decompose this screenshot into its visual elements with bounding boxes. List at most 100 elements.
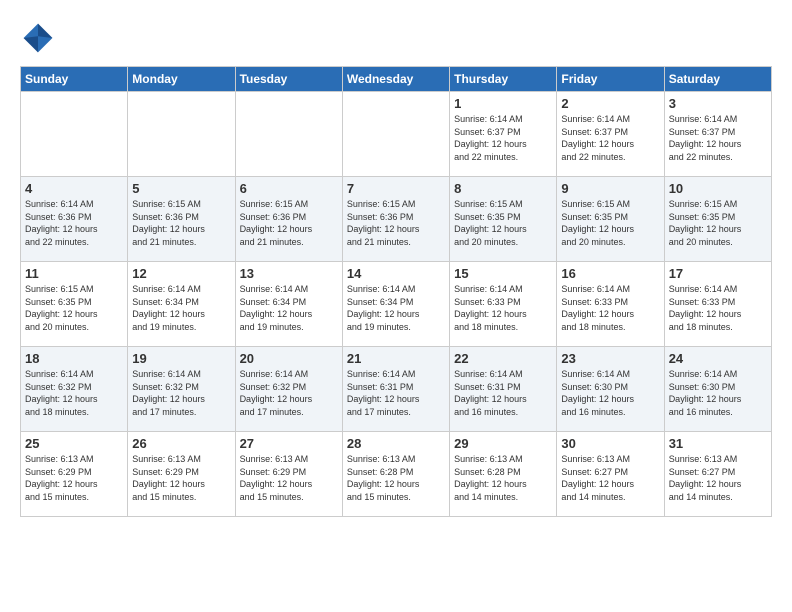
header-day-saturday: Saturday: [664, 67, 771, 92]
day-info: Sunrise: 6:14 AM Sunset: 6:31 PM Dayligh…: [347, 368, 445, 418]
day-number: 31: [669, 436, 767, 451]
day-info: Sunrise: 6:14 AM Sunset: 6:33 PM Dayligh…: [669, 283, 767, 333]
day-cell: 28 Sunrise: 6:13 AM Sunset: 6:28 PM Dayli…: [342, 432, 449, 517]
day-number: 2: [561, 96, 659, 111]
day-cell: 1Sunrise: 6:14 AM Sunset: 6:37 PM Daylig…: [450, 92, 557, 177]
day-info: Sunrise: 6:14 AM Sunset: 6:32 PM Dayligh…: [25, 368, 123, 418]
day-info: Sunrise: 6:14 AM Sunset: 6:33 PM Dayligh…: [454, 283, 552, 333]
day-number: 17: [669, 266, 767, 281]
week-row-2: 4 Sunrise: 6:14 AM Sunset: 6:36 PM Daylig…: [21, 177, 772, 262]
day-cell: 5 Sunrise: 6:15 AM Sunset: 6:36 PM Daylig…: [128, 177, 235, 262]
day-cell: 20Sunrise: 6:14 AM Sunset: 6:32 PM Dayli…: [235, 347, 342, 432]
day-number: 10: [669, 181, 767, 196]
day-cell: [342, 92, 449, 177]
day-number: 24: [669, 351, 767, 366]
day-number: 18: [25, 351, 123, 366]
day-cell: 26 Sunrise: 6:13 AM Sunset: 6:29 PM Dayli…: [128, 432, 235, 517]
day-number: 27: [240, 436, 338, 451]
day-number: 14: [347, 266, 445, 281]
week-row-4: 18 Sunrise: 6:14 AM Sunset: 6:32 PM Dayli…: [21, 347, 772, 432]
day-info: Sunrise: 6:15 AM Sunset: 6:35 PM Dayligh…: [669, 198, 767, 248]
day-cell: 13 Sunrise: 6:14 AM Sunset: 6:34 PM Dayli…: [235, 262, 342, 347]
logo: [20, 20, 62, 56]
day-cell: 8 Sunrise: 6:15 AM Sunset: 6:35 PM Daylig…: [450, 177, 557, 262]
day-cell: 11Sunrise: 6:15 AM Sunset: 6:35 PM Dayli…: [21, 262, 128, 347]
day-cell: 27 Sunrise: 6:13 AM Sunset: 6:29 PM Dayli…: [235, 432, 342, 517]
day-cell: 18 Sunrise: 6:14 AM Sunset: 6:32 PM Dayli…: [21, 347, 128, 432]
day-info: Sunrise: 6:14 AM Sunset: 6:36 PM Dayligh…: [25, 198, 123, 248]
header-day-tuesday: Tuesday: [235, 67, 342, 92]
day-cell: 31 Sunrise: 6:13 AM Sunset: 6:27 PM Dayli…: [664, 432, 771, 517]
day-cell: 15 Sunrise: 6:14 AM Sunset: 6:33 PM Dayli…: [450, 262, 557, 347]
day-info: Sunrise: 6:14 AM Sunset: 6:30 PM Dayligh…: [561, 368, 659, 418]
day-cell: 7 Sunrise: 6:15 AM Sunset: 6:36 PM Daylig…: [342, 177, 449, 262]
day-info: Sunrise: 6:13 AM Sunset: 6:28 PM Dayligh…: [454, 453, 552, 503]
day-cell: 21 Sunrise: 6:14 AM Sunset: 6:31 PM Dayli…: [342, 347, 449, 432]
day-cell: 3 Sunrise: 6:14 AM Sunset: 6:37 PM Daylig…: [664, 92, 771, 177]
day-info: Sunrise: 6:14 AM Sunset: 6:34 PM Dayligh…: [240, 283, 338, 333]
day-number: 12: [132, 266, 230, 281]
day-cell: [128, 92, 235, 177]
day-number: 15: [454, 266, 552, 281]
day-info: Sunrise: 6:14 AM Sunset: 6:30 PM Dayligh…: [669, 368, 767, 418]
day-cell: 22 Sunrise: 6:14 AM Sunset: 6:31 PM Dayli…: [450, 347, 557, 432]
day-cell: [21, 92, 128, 177]
day-number: 30: [561, 436, 659, 451]
day-info: Sunrise: 6:13 AM Sunset: 6:27 PM Dayligh…: [669, 453, 767, 503]
day-info: Sunrise: 6:15 AM Sunset: 6:36 PM Dayligh…: [347, 198, 445, 248]
day-info: Sunrise: 6:14 AM Sunset: 6:31 PM Dayligh…: [454, 368, 552, 418]
day-info: Sunrise: 6:13 AM Sunset: 6:29 PM Dayligh…: [132, 453, 230, 503]
day-number: 3: [669, 96, 767, 111]
header: [20, 20, 772, 56]
day-info: Sunrise: 6:14 AM Sunset: 6:37 PM Dayligh…: [669, 113, 767, 163]
day-cell: 29 Sunrise: 6:13 AM Sunset: 6:28 PM Dayli…: [450, 432, 557, 517]
header-day-friday: Friday: [557, 67, 664, 92]
day-number: 8: [454, 181, 552, 196]
day-number: 28: [347, 436, 445, 451]
day-info: Sunrise: 6:15 AM Sunset: 6:35 PM Dayligh…: [454, 198, 552, 248]
day-number: 26: [132, 436, 230, 451]
day-number: 9: [561, 181, 659, 196]
day-cell: 19Sunrise: 6:14 AM Sunset: 6:32 PM Dayli…: [128, 347, 235, 432]
day-number: 6: [240, 181, 338, 196]
week-row-1: 1 Sunrise: 6:14 AM Sunset: 6:37 PM Daylig…: [21, 92, 772, 177]
day-info: Sunrise: 6:13 AM Sunset: 6:29 PM Dayligh…: [240, 453, 338, 503]
day-info: Sunrise: 6:15 AM Sunset: 6:35 PM Dayligh…: [25, 283, 123, 333]
day-info: Sunrise: 6:15 AM Sunset: 6:36 PM Dayligh…: [132, 198, 230, 248]
header-day-sunday: Sunday: [21, 67, 128, 92]
day-info: Sunrise: 6:15 AM Sunset: 6:36 PM Dayligh…: [240, 198, 338, 248]
day-number: 16: [561, 266, 659, 281]
day-number: 22: [454, 351, 552, 366]
page: SundayMondayTuesdayWednesdayThursdayFrid…: [0, 0, 792, 527]
day-info: Sunrise: 6:13 AM Sunset: 6:27 PM Dayligh…: [561, 453, 659, 503]
day-cell: 4 Sunrise: 6:14 AM Sunset: 6:36 PM Daylig…: [21, 177, 128, 262]
day-number: 20: [240, 351, 338, 366]
day-cell: [235, 92, 342, 177]
day-cell: 6 Sunrise: 6:15 AM Sunset: 6:36 PM Daylig…: [235, 177, 342, 262]
day-number: 4: [25, 181, 123, 196]
day-number: 29: [454, 436, 552, 451]
week-row-5: 25Sunrise: 6:13 AM Sunset: 6:29 PM Dayli…: [21, 432, 772, 517]
header-day-thursday: Thursday: [450, 67, 557, 92]
day-info: Sunrise: 6:14 AM Sunset: 6:37 PM Dayligh…: [561, 113, 659, 163]
day-cell: 30 Sunrise: 6:13 AM Sunset: 6:27 PM Dayli…: [557, 432, 664, 517]
day-info: Sunrise: 6:15 AM Sunset: 6:35 PM Dayligh…: [561, 198, 659, 248]
day-cell: 10 Sunrise: 6:15 AM Sunset: 6:35 PM Dayli…: [664, 177, 771, 262]
day-number: 5: [132, 181, 230, 196]
day-cell: 17 Sunrise: 6:14 AM Sunset: 6:33 PM Dayli…: [664, 262, 771, 347]
day-cell: 25Sunrise: 6:13 AM Sunset: 6:29 PM Dayli…: [21, 432, 128, 517]
header-row: SundayMondayTuesdayWednesdayThursdayFrid…: [21, 67, 772, 92]
day-number: 13: [240, 266, 338, 281]
day-cell: 12 Sunrise: 6:14 AM Sunset: 6:34 PM Dayli…: [128, 262, 235, 347]
day-info: Sunrise: 6:13 AM Sunset: 6:28 PM Dayligh…: [347, 453, 445, 503]
day-number: 1: [454, 96, 552, 111]
day-number: 7: [347, 181, 445, 196]
day-number: 19: [132, 351, 230, 366]
day-number: 21: [347, 351, 445, 366]
day-info: Sunrise: 6:14 AM Sunset: 6:34 PM Dayligh…: [347, 283, 445, 333]
day-info: Sunrise: 6:14 AM Sunset: 6:34 PM Dayligh…: [132, 283, 230, 333]
day-cell: 9 Sunrise: 6:15 AM Sunset: 6:35 PM Daylig…: [557, 177, 664, 262]
day-cell: 23Sunrise: 6:14 AM Sunset: 6:30 PM Dayli…: [557, 347, 664, 432]
logo-icon: [20, 20, 56, 56]
day-cell: 16Sunrise: 6:14 AM Sunset: 6:33 PM Dayli…: [557, 262, 664, 347]
